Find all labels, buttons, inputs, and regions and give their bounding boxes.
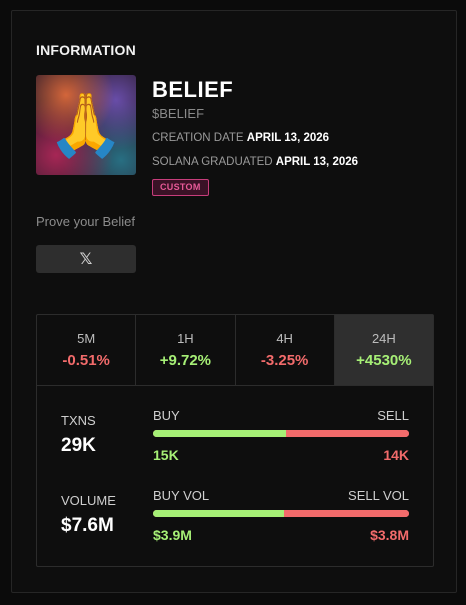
tab-label: 4H [276,331,293,346]
sell-volume-value: $3.8M [370,527,409,543]
sell-label: SELL [377,408,409,423]
buy-ratio-fill [153,430,287,437]
sell-vol-label: SELL VOL [348,488,409,503]
tab-24h[interactable]: 24H +4530% [334,315,433,385]
txns-value: 29K [61,435,96,456]
section-title: INFORMATION [36,42,136,58]
trading-stats: 5M -0.51% 1H +9.72% 4H -3.25% 24H +4530%… [36,314,434,567]
volume-metric: VOLUME $7.6M BUY VOL SELL VOL $3.9M $3.8… [37,485,433,555]
creation-date-value: APRIL 13, 2026 [246,132,330,144]
information-panel: INFORMATION 🙏 BELIEF $BELIEF CREATION DA… [11,10,457,593]
token-image: 🙏 [36,75,136,175]
buy-volume-value: $3.9M [153,527,192,543]
graduated-date-label: SOLANA GRADUATED [152,156,273,168]
txns-label: TXNS [61,413,96,428]
buy-sell-volume-bar [153,510,409,517]
price-change: +9.72% [159,352,212,369]
buy-count: 15K [153,447,179,463]
volume-label: VOLUME [61,493,116,508]
price-change: -0.51% [62,352,110,369]
buy-label: BUY [153,408,180,423]
x-social-button[interactable]: 𝕏 [36,245,136,273]
sell-volume-fill [283,510,409,517]
price-change: +4530% [356,352,412,369]
timeframe-tabs: 5M -0.51% 1H +9.72% 4H -3.25% 24H +4530% [37,315,433,386]
tab-label: 5M [77,331,96,346]
token-ticker: $BELIEF [152,106,205,121]
tab-4h[interactable]: 4H -3.25% [236,315,335,385]
tab-5m[interactable]: 5M -0.51% [37,315,137,385]
tab-label: 1H [177,331,194,346]
txns-metric: TXNS 29K BUY SELL 15K 14K [37,405,433,475]
tab-label: 24H [371,331,396,346]
price-change: -3.25% [260,352,309,369]
buy-sell-ratio-bar [153,430,409,437]
volume-value: $7.6M [61,515,114,536]
graduated-date: SOLANA GRADUATED APRIL 13, 2026 [152,156,358,168]
tab-1h[interactable]: 1H +9.72% [136,315,236,385]
sell-ratio-fill [286,430,409,437]
graduated-date-value: APRIL 13, 2026 [275,156,359,168]
creation-date: CREATION DATE APRIL 13, 2026 [152,132,329,144]
buy-volume-fill [153,510,284,517]
token-description: Prove your Belief [36,214,135,229]
custom-badge: CUSTOM [152,179,209,196]
token-name: BELIEF [152,77,234,102]
sell-count: 14K [383,447,409,463]
x-logo-icon: 𝕏 [79,251,93,268]
folded-hands-icon: 🙏 [47,88,125,161]
creation-date-label: CREATION DATE [152,132,244,144]
buy-vol-label: BUY VOL [153,488,210,503]
